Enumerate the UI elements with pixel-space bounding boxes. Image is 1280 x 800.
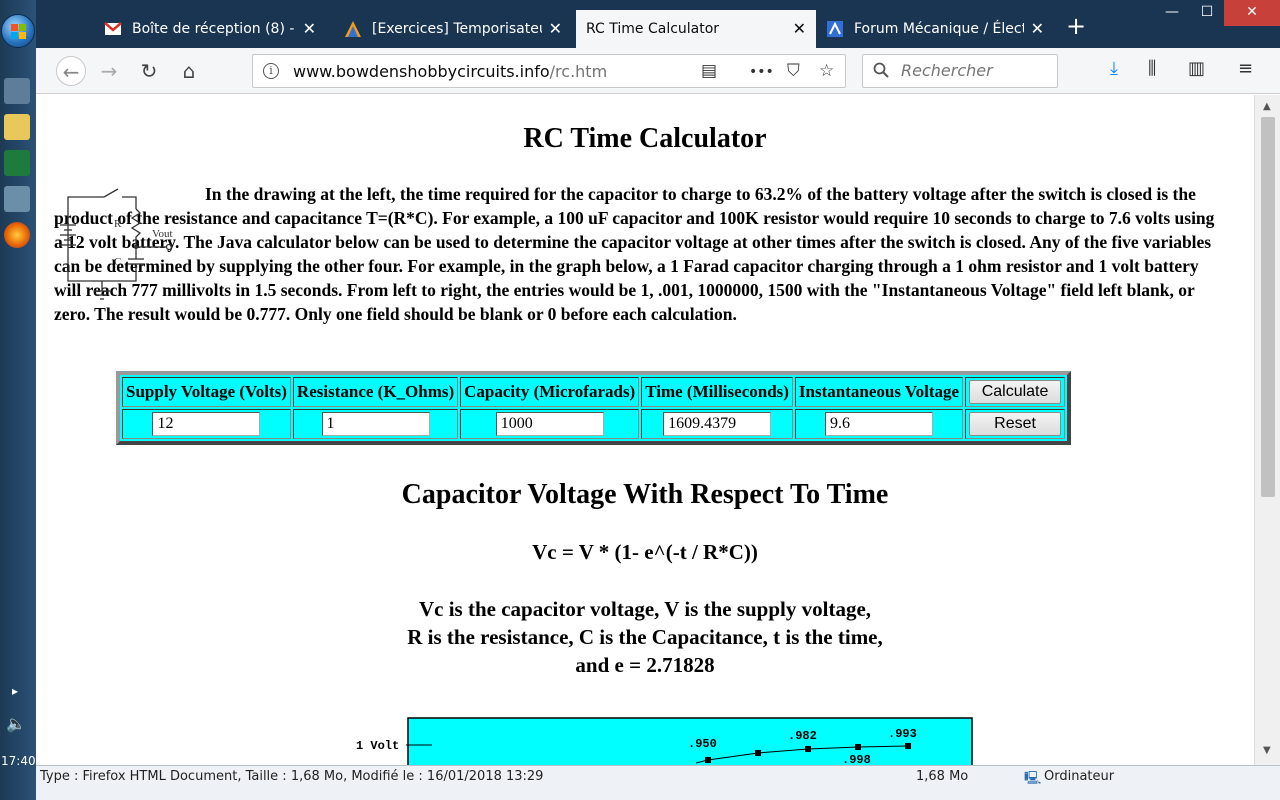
supply-voltage-input[interactable] [152,412,261,436]
page-content: RC Time Calculator In the drawing at the… [36,95,1254,765]
close-tab-icon[interactable]: ✕ [793,10,806,48]
reader-view-icon[interactable]: ▤ [701,61,717,81]
excel-icon[interactable] [4,150,30,176]
windows-taskbar: ▸ 🔈 17:40 [0,0,36,800]
page-actions-icon[interactable]: ••• [749,64,774,80]
bookmark-star-icon[interactable]: ☆ [819,61,834,81]
scroll-up-arrow-icon[interactable]: ▲ [1263,101,1271,112]
back-arrow-icon[interactable]: ← [56,56,86,86]
tab-forum-mecanique[interactable]: Forum Mécanique / Électr ✕ [818,10,1054,48]
info-icon[interactable]: i [263,63,279,79]
search-input[interactable] [901,61,1051,80]
scroll-down-arrow-icon[interactable]: ▼ [1263,745,1271,756]
graph-label: .950 [688,737,717,751]
header-capacity: Capacity (Microfarads) [460,377,640,407]
time-input[interactable] [663,412,772,436]
close-tab-icon[interactable]: ✕ [1031,10,1044,48]
graph-point [855,744,861,750]
explain-line: R is the resistance, C is the Capacitanc… [407,625,883,649]
sidebar-icon[interactable]: ▥ [1188,58,1205,79]
status-bar: Type : Firefox HTML Document, Taille : 1… [36,765,1280,800]
close-window-button[interactable]: ✕ [1224,0,1280,26]
instantaneous-voltage-input[interactable] [824,412,933,436]
intro-paragraph: In the drawing at the left, the time req… [54,184,1215,324]
file-info: Type : Firefox HTML Document, Taille : 1… [40,769,544,784]
graph-point [755,750,761,756]
gmail-icon [104,22,122,35]
reload-icon[interactable]: ↻ [134,56,164,86]
header-instantaneous-voltage: Instantaneous Voltage [794,377,964,407]
graph-label: .998 [842,753,871,765]
forum-icon [345,21,361,37]
close-tab-icon[interactable]: ✕ [303,10,316,48]
header-resistance: Resistance (K_Ohms) [292,377,459,407]
menu-icon[interactable]: ≡ [1238,58,1253,79]
navigation-toolbar: ← → ↻ ⌂ i www.bowdenshobbycircuits.info/… [36,48,1280,94]
vertical-scrollbar[interactable]: ▲ ▼ [1254,95,1280,765]
windows-logo-icon [11,24,27,40]
graph-label: .982 [788,729,817,743]
forum-icon [827,21,843,37]
search-bar[interactable] [862,54,1058,88]
graph-point [905,743,911,749]
url-text[interactable]: www.bowdenshobbycircuits.info/rc.htm [293,62,607,81]
graph-section-title: Capacitor Voltage With Respect To Time [401,479,889,510]
minimize-button[interactable]: — [1154,0,1190,26]
download-icon[interactable]: ⤓ [1110,58,1118,79]
reset-button[interactable]: Reset [969,412,1062,436]
folder-icon[interactable] [4,114,30,140]
tab-bar: Boîte de réception (8) - ✕ [Exercices] T… [36,0,1280,48]
tab-gmail[interactable]: Boîte de réception (8) - ✕ [96,10,326,48]
show-more-arrow-icon[interactable]: ▸ [12,684,18,698]
browser-window: Boîte de réception (8) - ✕ [Exercices] T… [36,0,1280,800]
graph-point [805,746,811,752]
close-tab-icon[interactable]: ✕ [549,10,562,48]
location-label: Ordinateur [1044,769,1115,784]
capacity-input[interactable] [495,412,604,436]
circuit-vout-label: Vout [152,228,173,240]
circuit-r-label: R [114,218,122,230]
graph-point [705,757,711,763]
forward-arrow-icon[interactable]: → [94,56,124,86]
resistance-input[interactable] [321,412,430,436]
calculate-button[interactable]: Calculate [969,380,1062,404]
new-tab-plus-icon[interactable]: + [1066,12,1086,40]
tab-exercices[interactable]: [Exercices] Temporisateur ✕ [336,10,572,48]
scrollbar-thumb[interactable] [1261,117,1275,497]
clock[interactable]: 17:40 [1,754,36,768]
computer-icon: 🖳 [1024,771,1042,786]
explain-line: Vc is the capacitor voltage, V is the su… [418,597,872,621]
pocket-icon[interactable]: ⛉ [787,61,800,81]
firefox-icon[interactable] [4,222,30,248]
capacitor-voltage-graph: 1 Volt .950 .982 .993 .998 [356,717,973,765]
header-time: Time (Milliseconds) [641,377,793,407]
volume-icon[interactable]: 🔈 [6,714,26,733]
header-supply-voltage: Supply Voltage (Volts) [122,377,291,407]
graph-label: .993 [888,727,917,741]
calculator-icon[interactable] [4,186,30,212]
circuit-c-label: C [114,256,121,268]
search-icon [873,62,889,78]
explain-line: and e = 2.71828 [575,653,715,677]
voltage-formula: Vc = V * (1- e^(-t / R*C)) [532,540,758,564]
page-title: RC Time Calculator [523,123,767,154]
maximize-button[interactable]: ☐ [1190,0,1224,26]
graph-y-label: 1 Volt [356,739,399,753]
library-icon[interactable]: ⫼ [1148,58,1156,79]
file-size: 1,68 Mo [916,769,969,784]
home-icon[interactable]: ⌂ [174,56,204,86]
computer-icon[interactable] [4,78,30,104]
url-bar[interactable]: i www.bowdenshobbycircuits.info/rc.htm ▤… [252,54,846,88]
formula-explanation: Vc is the capacitor voltage, V is the su… [36,595,1254,679]
tab-rc-time-calculator[interactable]: RC Time Calculator ✕ [576,10,816,48]
rc-circuit-diagram: R C Vout [60,188,173,300]
rc-calculator-form: Supply Voltage (Volts) Resistance (K_Ohm… [116,371,1072,445]
start-button[interactable] [1,14,35,48]
